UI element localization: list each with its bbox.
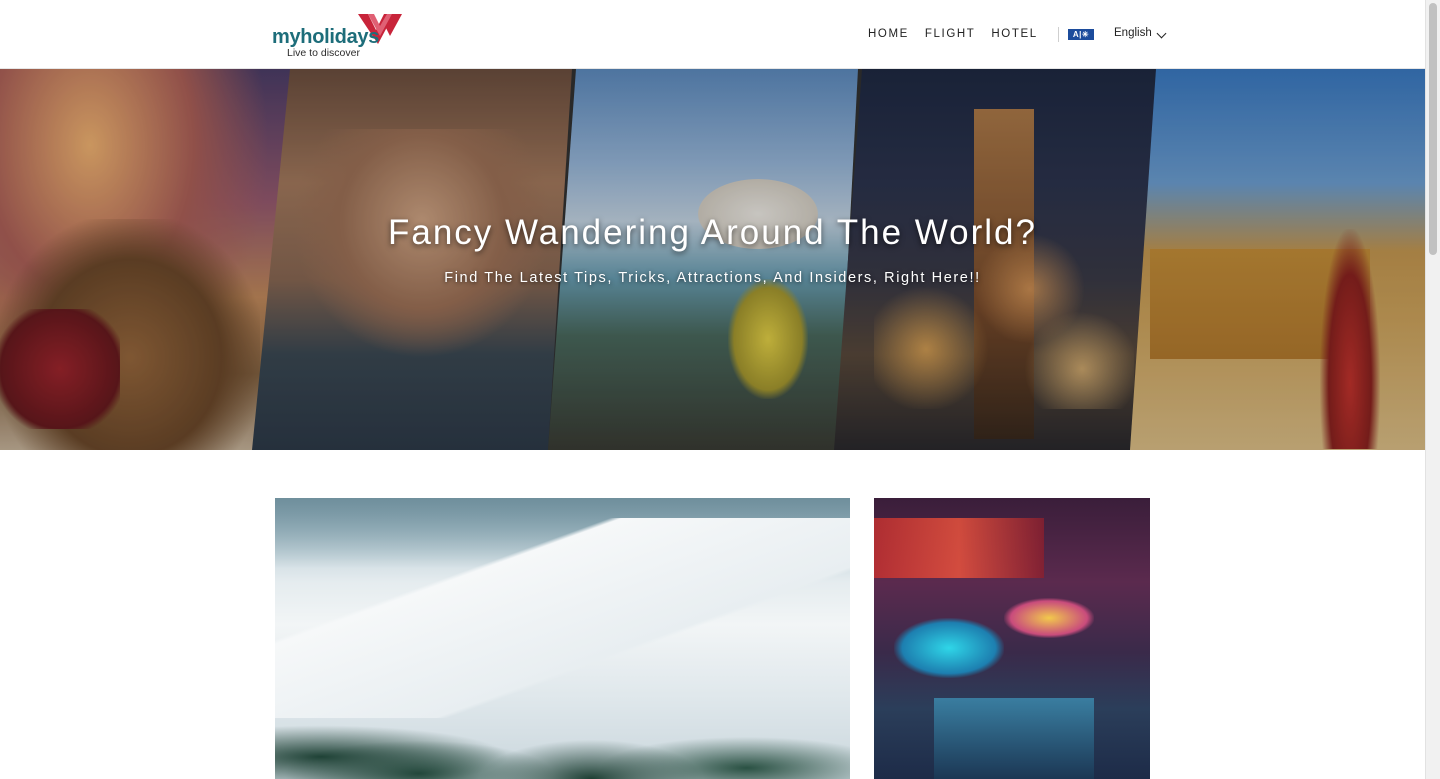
featured-card-night-street[interactable] xyxy=(874,498,1150,779)
site-header: myholidays Live to discover HOME FLIGHT … xyxy=(0,0,1425,69)
main-nav: HOME FLIGHT HOTEL xyxy=(868,28,1038,40)
nav-divider xyxy=(1058,27,1059,42)
language-label: English xyxy=(1114,27,1152,39)
hero-overlay xyxy=(0,69,1425,450)
page-scrollbar[interactable] xyxy=(1425,0,1440,779)
nav-home[interactable]: HOME xyxy=(868,28,909,40)
scrollbar-thumb[interactable] xyxy=(1429,3,1437,255)
featured-card-snow-mountains[interactable] xyxy=(275,498,850,779)
language-flag-icon[interactable]: A|✳ xyxy=(1068,29,1094,40)
hero-banner: Fancy Wandering Around The World? Find T… xyxy=(0,69,1425,450)
nav-hotel[interactable]: HOTEL xyxy=(991,28,1037,40)
logo-brand: myholidays xyxy=(272,26,380,48)
hero-title: Fancy Wandering Around The World? xyxy=(387,213,1037,252)
logo-tagline: Live to discover xyxy=(287,47,360,59)
nav-flight[interactable]: FLIGHT xyxy=(925,28,976,40)
logo[interactable]: myholidays Live to discover xyxy=(272,12,407,60)
hero-subtitle: Find The Latest Tips, Tricks, Attraction… xyxy=(444,270,981,286)
chevron-down-icon xyxy=(1156,28,1167,39)
language-selector[interactable]: English xyxy=(1114,27,1167,39)
